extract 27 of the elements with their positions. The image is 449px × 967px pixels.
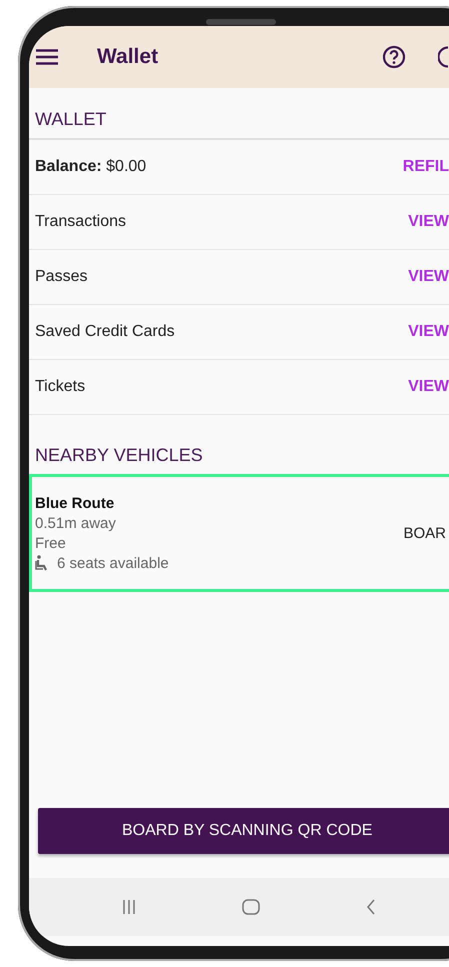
speaker-grille — [206, 19, 276, 25]
row-label: Saved Credit Cards — [35, 323, 175, 341]
row-label: Passes — [35, 268, 88, 286]
section-heading: NEARBY VEHICLES — [34, 444, 204, 467]
action-link[interactable]: REFIL — [402, 158, 449, 176]
scan-qr-button[interactable]: BOARD BY SCANNING QR CODE — [38, 808, 449, 854]
action-link[interactable]: VIEW — [408, 268, 449, 286]
back-icon[interactable] — [366, 899, 376, 915]
fare-text: Free — [35, 534, 67, 552]
action-link[interactable]: VIEW — [408, 323, 449, 341]
row-label: Transactions — [35, 213, 126, 231]
home-icon[interactable] — [242, 899, 260, 915]
distance-text: 0.51m away — [35, 514, 117, 532]
seat-icon — [35, 555, 49, 571]
route-name: Blue Route — [35, 494, 116, 512]
action-link[interactable]: VIEW — [408, 378, 449, 396]
menu-icon[interactable] — [36, 49, 58, 65]
row-label: Tickets — [35, 378, 86, 396]
balance-text: Balance: $0.00 — [35, 158, 146, 176]
app-title: Wallet — [97, 45, 158, 69]
section-heading: WALLET — [29, 88, 449, 140]
vehicle-card[interactable]: Blue Route 0.51m away Free 6 seats available BOAR — [29, 474, 449, 592]
help-icon[interactable] — [382, 45, 406, 69]
board-button[interactable]: BOAR — [403, 524, 446, 542]
seats-text: 6 seats available — [57, 554, 169, 572]
action-link[interactable]: VIEW — [408, 213, 449, 231]
recents-icon[interactable] — [122, 900, 136, 914]
